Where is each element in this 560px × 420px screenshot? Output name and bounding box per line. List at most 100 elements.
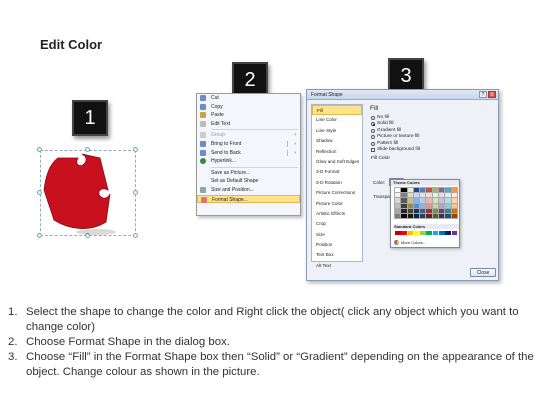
theme-color-swatch[interactable] [438, 202, 446, 210]
standard-color-swatch[interactable] [407, 231, 414, 236]
theme-color-swatch[interactable] [425, 207, 433, 215]
menu-item-paste[interactable]: Paste [197, 111, 300, 120]
theme-color-swatch[interactable] [406, 207, 415, 215]
theme-color-swatch[interactable] [425, 202, 433, 210]
theme-color-swatch[interactable] [419, 186, 427, 194]
standard-color-swatch[interactable] [395, 231, 401, 236]
menu-item-send-to-back[interactable]: Send to Back › [197, 149, 300, 158]
menu-item-cut[interactable]: Cut [197, 94, 300, 103]
menu-item-group[interactable]: Group › [197, 131, 300, 140]
category-3d-rotation[interactable]: 3-D Rotation [312, 178, 362, 188]
theme-color-swatch[interactable] [400, 202, 408, 210]
close-icon[interactable]: X [488, 91, 496, 98]
theme-color-swatch[interactable] [394, 197, 402, 204]
theme-color-swatch[interactable] [438, 192, 446, 199]
theme-color-swatch[interactable] [394, 202, 402, 210]
standard-color-swatch[interactable] [451, 231, 458, 236]
theme-color-swatch[interactable] [438, 197, 446, 204]
theme-color-swatch[interactable] [412, 207, 421, 215]
category-line-color[interactable]: Line Color [312, 115, 362, 125]
category-line-style[interactable]: Line Style [312, 126, 362, 136]
category-3d-format[interactable]: 3-D Format [312, 167, 362, 177]
theme-color-swatch[interactable] [431, 186, 440, 194]
theme-color-swatch[interactable] [419, 207, 427, 215]
menu-item-copy[interactable]: Copy [197, 103, 300, 112]
theme-color-swatch[interactable] [444, 186, 452, 194]
close-button[interactable]: Close [470, 268, 496, 277]
theme-color-swatch[interactable] [400, 207, 408, 215]
menu-item-bring-to-front[interactable]: Bring to Front › [197, 140, 300, 149]
theme-color-swatch[interactable] [425, 186, 433, 194]
theme-color-swatch[interactable] [419, 197, 427, 204]
more-colors-link[interactable]: More Colors... [401, 240, 426, 245]
theme-color-swatch[interactable] [438, 212, 446, 220]
category-picture-color[interactable]: Picture Color [312, 199, 362, 209]
theme-color-swatch[interactable] [431, 202, 440, 210]
menu-item-hyperlink[interactable]: Hyperlink... [197, 157, 300, 166]
theme-color-swatch[interactable] [438, 186, 446, 194]
menu-item-format-shape[interactable]: Format Shape... [197, 194, 300, 204]
theme-color-swatch[interactable] [444, 212, 452, 220]
category-artistic-effects[interactable]: Artistic Effects [312, 209, 362, 219]
category-crop[interactable]: Crop [312, 219, 362, 229]
theme-color-swatch[interactable] [412, 192, 421, 199]
theme-color-swatch[interactable] [394, 186, 402, 194]
theme-color-swatch[interactable] [450, 192, 459, 199]
standard-color-swatch[interactable] [439, 231, 445, 236]
theme-color-swatch[interactable] [425, 212, 433, 220]
theme-color-swatch[interactable] [425, 197, 433, 204]
selected-shape-area[interactable] [37, 147, 140, 240]
theme-color-swatch[interactable] [412, 197, 421, 204]
puzzle-shape[interactable] [40, 150, 140, 240]
standard-color-swatch[interactable] [426, 231, 432, 236]
help-button[interactable]: ? [479, 91, 487, 98]
standard-color-swatch[interactable] [445, 231, 451, 236]
theme-color-swatch[interactable] [444, 197, 452, 204]
theme-color-swatch[interactable] [450, 212, 459, 220]
theme-color-swatch[interactable] [431, 212, 440, 220]
category-shadow[interactable]: Shadow [312, 136, 362, 146]
theme-color-swatch[interactable] [400, 197, 408, 204]
menu-item-save-as-picture[interactable]: Save as Picture... [197, 169, 300, 178]
standard-color-swatch[interactable] [420, 231, 426, 236]
category-picture-corrections[interactable]: Picture Corrections [312, 188, 362, 198]
theme-color-swatch[interactable] [412, 212, 421, 220]
category-reflection[interactable]: Reflection [312, 147, 362, 157]
theme-color-swatch[interactable] [400, 212, 408, 220]
category-alt-text[interactable]: Alt Text [312, 261, 362, 271]
menu-item-edit-text[interactable]: Edit Text [197, 120, 300, 129]
theme-color-swatch[interactable] [406, 212, 415, 220]
theme-color-swatch[interactable] [394, 212, 402, 220]
category-text-box[interactable]: Text Box [312, 250, 362, 260]
theme-color-swatch[interactable] [419, 192, 427, 199]
category-size[interactable]: Size [312, 230, 362, 240]
theme-color-swatch[interactable] [406, 192, 415, 199]
checkbox-slide-background-fill[interactable]: Slide background fill [367, 147, 495, 153]
category-fill[interactable]: Fill [312, 105, 362, 116]
theme-color-swatch[interactable] [412, 202, 421, 210]
theme-color-swatch[interactable] [431, 207, 440, 215]
standard-color-swatch[interactable] [413, 231, 420, 236]
theme-color-swatch[interactable] [431, 197, 440, 204]
theme-color-swatch[interactable] [425, 192, 433, 199]
theme-color-swatch[interactable] [450, 197, 459, 204]
theme-color-swatch[interactable] [450, 207, 459, 215]
theme-color-swatch[interactable] [419, 202, 427, 210]
theme-color-swatch[interactable] [406, 197, 415, 204]
theme-color-swatch[interactable] [444, 192, 452, 199]
standard-color-swatch[interactable] [432, 231, 439, 236]
theme-color-swatch[interactable] [400, 192, 408, 199]
theme-color-swatch[interactable] [394, 207, 402, 215]
theme-color-swatch[interactable] [406, 202, 415, 210]
theme-color-swatch[interactable] [450, 186, 459, 194]
theme-color-swatch[interactable] [419, 212, 427, 220]
theme-color-swatch[interactable] [406, 186, 415, 194]
theme-color-swatch[interactable] [444, 207, 452, 215]
theme-color-swatch[interactable] [394, 192, 402, 199]
category-position[interactable]: Position [312, 240, 362, 250]
menu-item-set-default-shape[interactable]: Set as Default Shape [197, 177, 300, 186]
menu-item-size-position[interactable]: Size and Position... [197, 186, 300, 195]
standard-color-swatch[interactable] [401, 231, 407, 236]
theme-color-swatch[interactable] [400, 186, 408, 194]
theme-color-swatch[interactable] [431, 192, 440, 199]
